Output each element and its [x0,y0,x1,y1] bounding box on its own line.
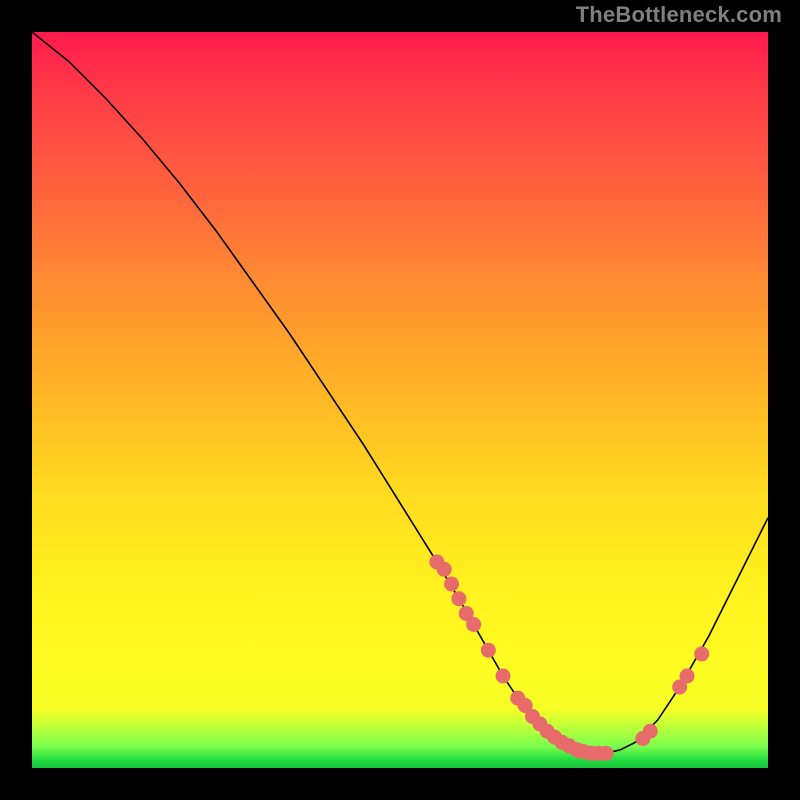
sample-point [599,746,614,761]
sample-point [481,643,496,658]
sample-points-group [429,554,709,760]
sample-point [680,669,695,684]
sample-point [444,577,459,592]
sample-point [496,669,511,684]
sample-point [694,646,709,661]
bottleneck-curve [32,32,768,753]
watermark-text: TheBottleneck.com [576,2,782,28]
curve-svg [32,32,768,768]
sample-point [437,562,452,577]
chart-frame: TheBottleneck.com [0,0,800,800]
sample-point [643,724,658,739]
sample-point [466,617,481,632]
plot-area [32,32,768,768]
sample-point [451,591,466,606]
